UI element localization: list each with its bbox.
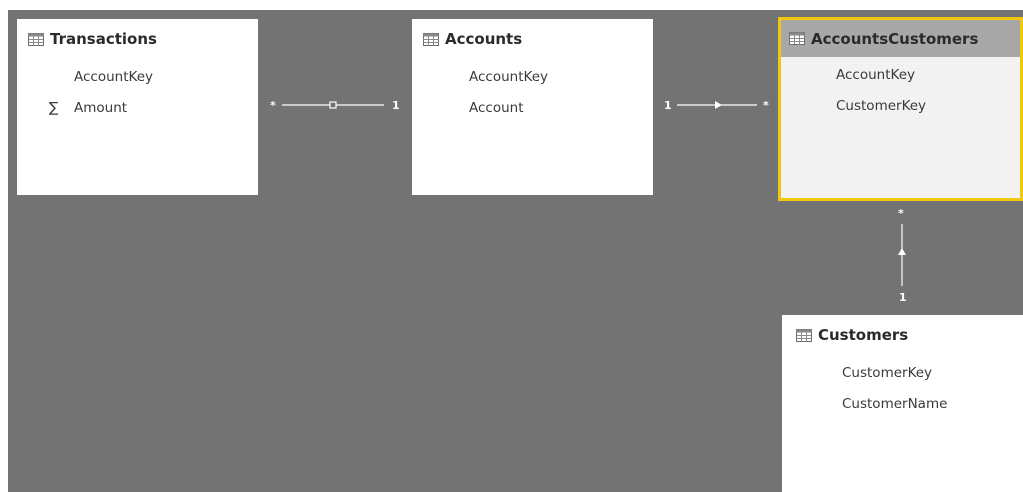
relationship-line [282, 101, 384, 109]
field-label: AccountKey [469, 69, 548, 85]
field-account[interactable]: Account [412, 93, 653, 124]
table-card-transactions[interactable]: Transactions AccountKey ∑ Amount [17, 19, 258, 195]
field-label: AccountKey [836, 67, 915, 83]
table-title: AccountsCustomers [811, 29, 979, 48]
table-icon [28, 32, 44, 46]
table-header[interactable]: AccountsCustomers [781, 20, 1020, 57]
relationship-accountscustomers-customers[interactable]: * 1 [892, 206, 912, 306]
field-label: CustomerKey [842, 365, 933, 381]
sigma-icon: ∑ [49, 100, 59, 116]
field-label: Amount [74, 100, 128, 116]
field-customername[interactable]: CustomerName [782, 389, 1023, 420]
table-card-customers[interactable]: Customers CustomerKey CustomerName [782, 315, 1023, 492]
relationship-transactions-accounts[interactable]: * 1 [266, 95, 406, 115]
field-accountkey[interactable]: AccountKey [781, 60, 1020, 91]
table-header[interactable]: Transactions [17, 19, 258, 59]
field-amount[interactable]: ∑ Amount [17, 93, 258, 124]
field-customerkey[interactable]: CustomerKey [781, 91, 1020, 122]
table-header[interactable]: Accounts [412, 19, 653, 59]
cardinality-one: 1 [899, 291, 907, 304]
table-header[interactable]: Customers [782, 315, 1023, 355]
relationship-line [677, 101, 757, 109]
table-title: Accounts [445, 30, 523, 48]
model-diagram-canvas[interactable]: Transactions AccountKey ∑ Amount Account… [8, 10, 1023, 492]
cardinality-many: * [763, 99, 769, 112]
field-label: AccountKey [74, 69, 153, 85]
cardinality-one: 1 [392, 99, 400, 112]
relationship-accounts-accountscustomers[interactable]: 1 * [661, 95, 776, 115]
table-title: Customers [818, 326, 909, 344]
field-label: CustomerName [842, 396, 948, 412]
table-card-accounts[interactable]: Accounts AccountKey Account [412, 19, 653, 195]
table-icon [796, 328, 812, 342]
field-accountkey[interactable]: AccountKey [412, 62, 653, 93]
table-icon [789, 32, 805, 45]
field-accountkey[interactable]: AccountKey [17, 62, 258, 93]
field-label: Account [469, 100, 524, 116]
field-customerkey[interactable]: CustomerKey [782, 358, 1023, 389]
table-title: Transactions [50, 30, 157, 48]
table-icon [423, 32, 439, 46]
table-card-accountscustomers[interactable]: AccountsCustomers AccountKey CustomerKey [778, 17, 1023, 201]
field-label: CustomerKey [836, 98, 927, 114]
